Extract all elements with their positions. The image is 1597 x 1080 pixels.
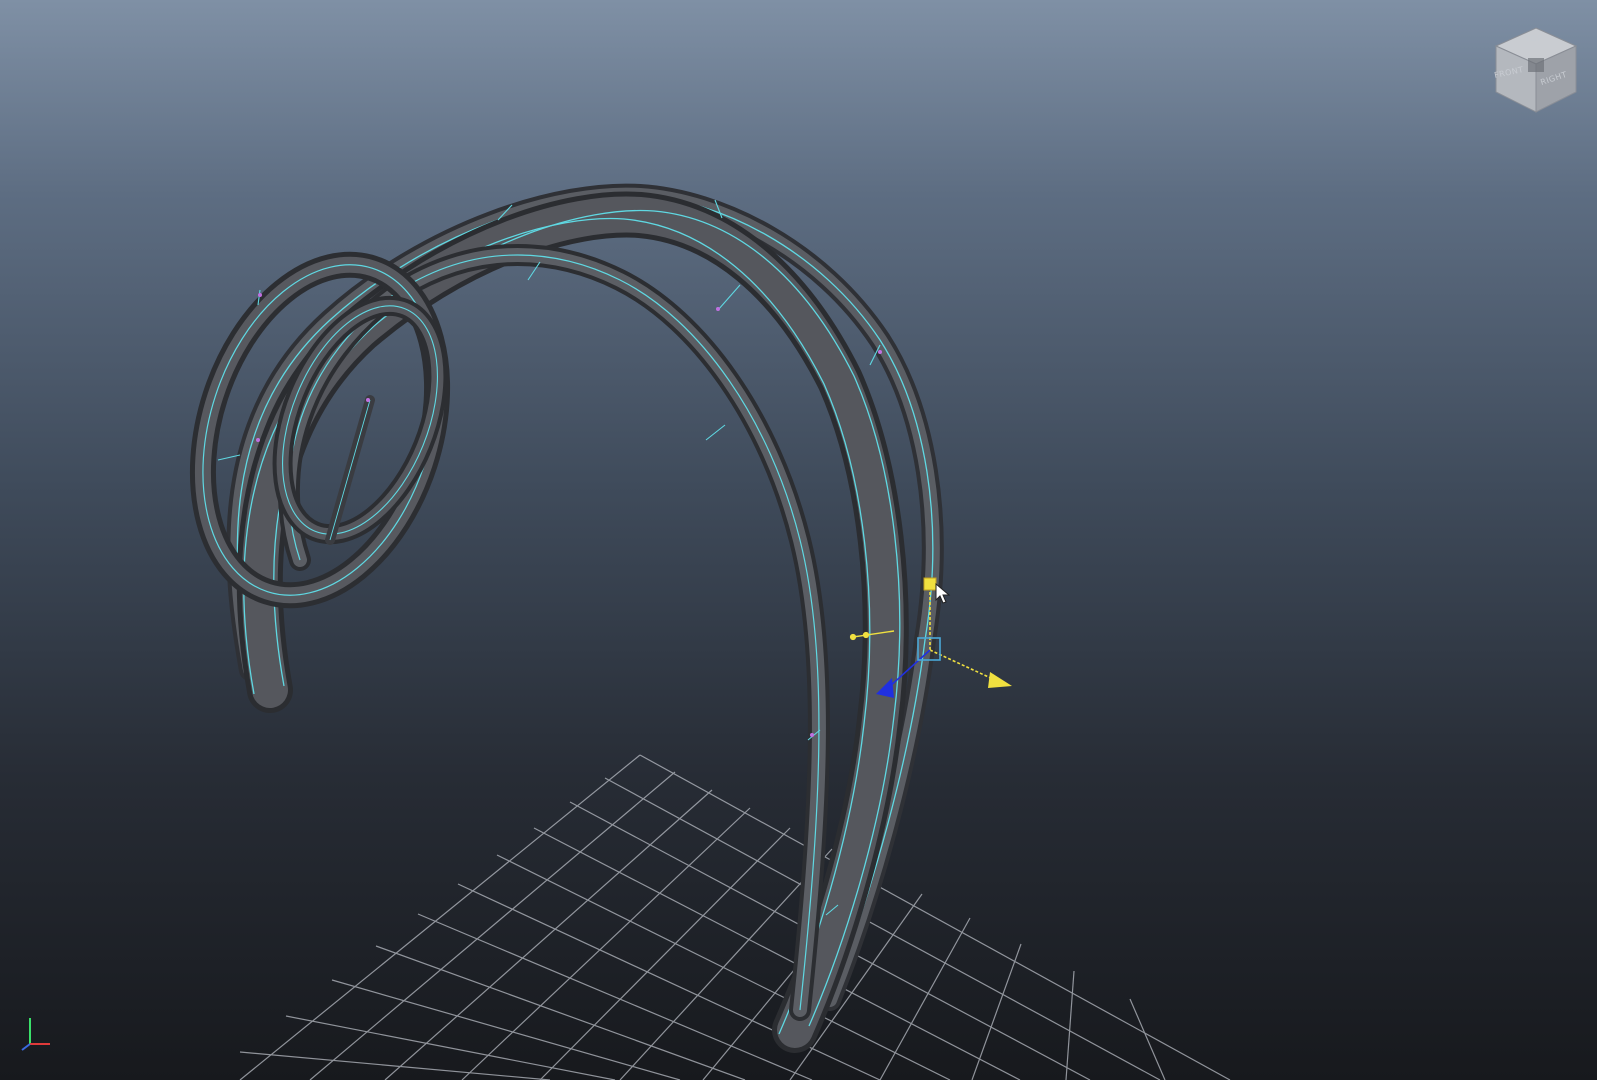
scene-canvas[interactable] (0, 0, 1597, 1080)
view-cube-icon[interactable]: TOP FRONT RIGHT (1490, 22, 1582, 118)
manipulator-y-handle[interactable] (923, 577, 937, 591)
headband-mesh[interactable] (163, 183, 944, 1053)
axis-z-line (21, 1043, 31, 1051)
front-tube[interactable] (277, 244, 830, 1021)
view-cube-graphic (1494, 27, 1578, 113)
axis-indicator-icon (18, 1010, 62, 1058)
manipulator-x-arrowhead[interactable] (988, 672, 1012, 688)
ground-grid (239, 754, 1231, 1080)
3d-viewport[interactable]: TOP FRONT RIGHT (0, 0, 1597, 1080)
